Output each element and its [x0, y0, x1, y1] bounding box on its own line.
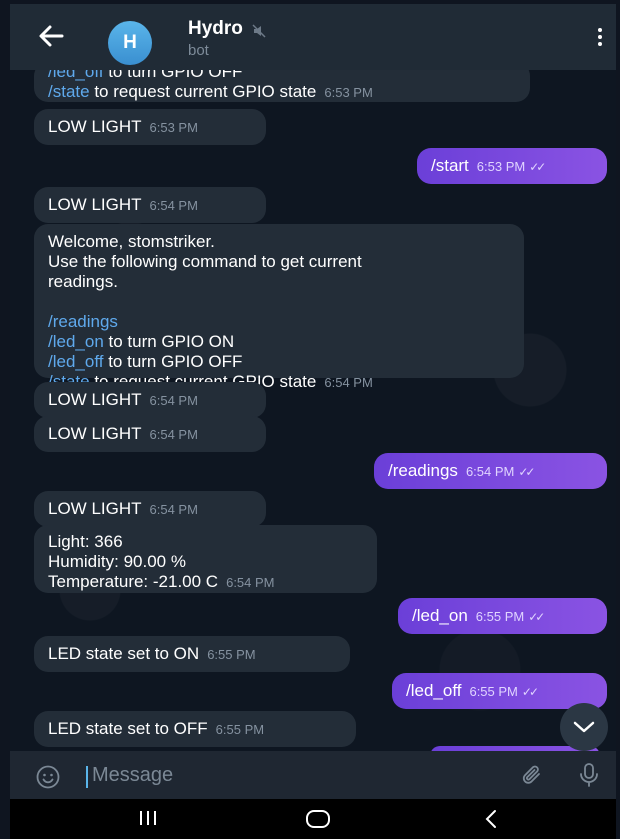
- message-incoming: Light: 366 Humidity: 90.00 % Temperature…: [34, 525, 377, 593]
- message-incoming: LOW LIGHT 6:54 PM: [34, 382, 266, 418]
- read-check-icon: ✓✓: [528, 610, 545, 624]
- system-navigation-bar: [10, 799, 616, 839]
- message-incoming: LOW LIGHT 6:53 PM: [34, 109, 266, 145]
- command-link[interactable]: /led_off: [48, 70, 103, 81]
- recent-apps-icon[interactable]: [138, 810, 158, 826]
- message-incoming: LED state set to OFF 6:55 PM: [34, 711, 356, 747]
- message-time: 6:54 PM: [226, 575, 275, 590]
- message-time: 6:55 PM: [215, 722, 265, 737]
- read-check-icon: ✓✓: [529, 160, 546, 174]
- message-time: 6:53 PM: [149, 120, 198, 135]
- paperclip-icon[interactable]: [520, 763, 544, 787]
- message-list[interactable]: /led_off to turn GPIO OFF /state to requ…: [10, 70, 616, 751]
- message-time: 6:54 PM: [465, 464, 515, 479]
- message-time: 6:53 PM: [476, 159, 526, 174]
- scroll-down-button[interactable]: [560, 703, 608, 751]
- chat-subtitle: bot: [188, 42, 209, 59]
- smiley-icon[interactable]: [36, 765, 60, 789]
- message-time: 6:54 PM: [324, 375, 373, 390]
- read-check-icon: ✓✓: [521, 685, 539, 699]
- message-time: 6:55 PM: [469, 684, 518, 699]
- command-link[interactable]: /readings: [48, 312, 118, 331]
- message-time: 6:55 PM: [207, 647, 256, 662]
- message-time: 6:54 PM: [149, 198, 198, 213]
- text-cursor: [86, 766, 88, 788]
- microphone-icon[interactable]: [578, 762, 600, 788]
- message-composer: Message: [10, 751, 616, 799]
- message-incoming: Welcome, stomstriker. Use the following …: [34, 224, 524, 391]
- command-link[interactable]: /led_off: [48, 352, 103, 371]
- message-outgoing: /start 6:53 PM ✓✓: [417, 148, 607, 184]
- command-link[interactable]: /state: [48, 82, 90, 101]
- back-icon[interactable]: [484, 809, 498, 829]
- chat-title[interactable]: Hydro: [188, 18, 243, 40]
- avatar[interactable]: H: [108, 21, 152, 65]
- message-time: 6:54 PM: [149, 393, 198, 408]
- command-link[interactable]: /led_on: [48, 332, 104, 351]
- home-icon[interactable]: [305, 809, 331, 829]
- message-time: 6:54 PM: [149, 502, 198, 517]
- message-time: 6:55 PM: [475, 609, 525, 624]
- message-outgoing: /led_on 6:55 PM ✓✓: [398, 598, 607, 634]
- message-incoming: LED state set to ON 6:55 PM: [34, 636, 350, 672]
- read-check-icon: ✓✓: [518, 465, 535, 479]
- message-incoming: LOW LIGHT 6:54 PM: [34, 416, 266, 452]
- muted-icon: [252, 24, 266, 38]
- message-input[interactable]: Message: [92, 764, 173, 787]
- chevron-down-icon: [573, 721, 595, 733]
- message-outgoing: /readings 6:54 PM ✓✓: [374, 453, 607, 489]
- message-incoming: /led_off to turn GPIO OFF /state to requ…: [34, 70, 530, 102]
- arrow-left-icon[interactable]: [36, 21, 66, 51]
- message-incoming: LOW LIGHT 6:54 PM: [34, 187, 266, 223]
- kebab-menu-icon[interactable]: [596, 28, 604, 50]
- chat-header: H Hydro bot: [10, 4, 616, 70]
- message-time: 6:54 PM: [149, 427, 198, 442]
- phone-screen: H Hydro bot /led_off to turn GPIO OFF /s…: [10, 4, 616, 839]
- message-incoming: LOW LIGHT 6:54 PM: [34, 491, 266, 527]
- message-time: 6:53 PM: [324, 85, 373, 100]
